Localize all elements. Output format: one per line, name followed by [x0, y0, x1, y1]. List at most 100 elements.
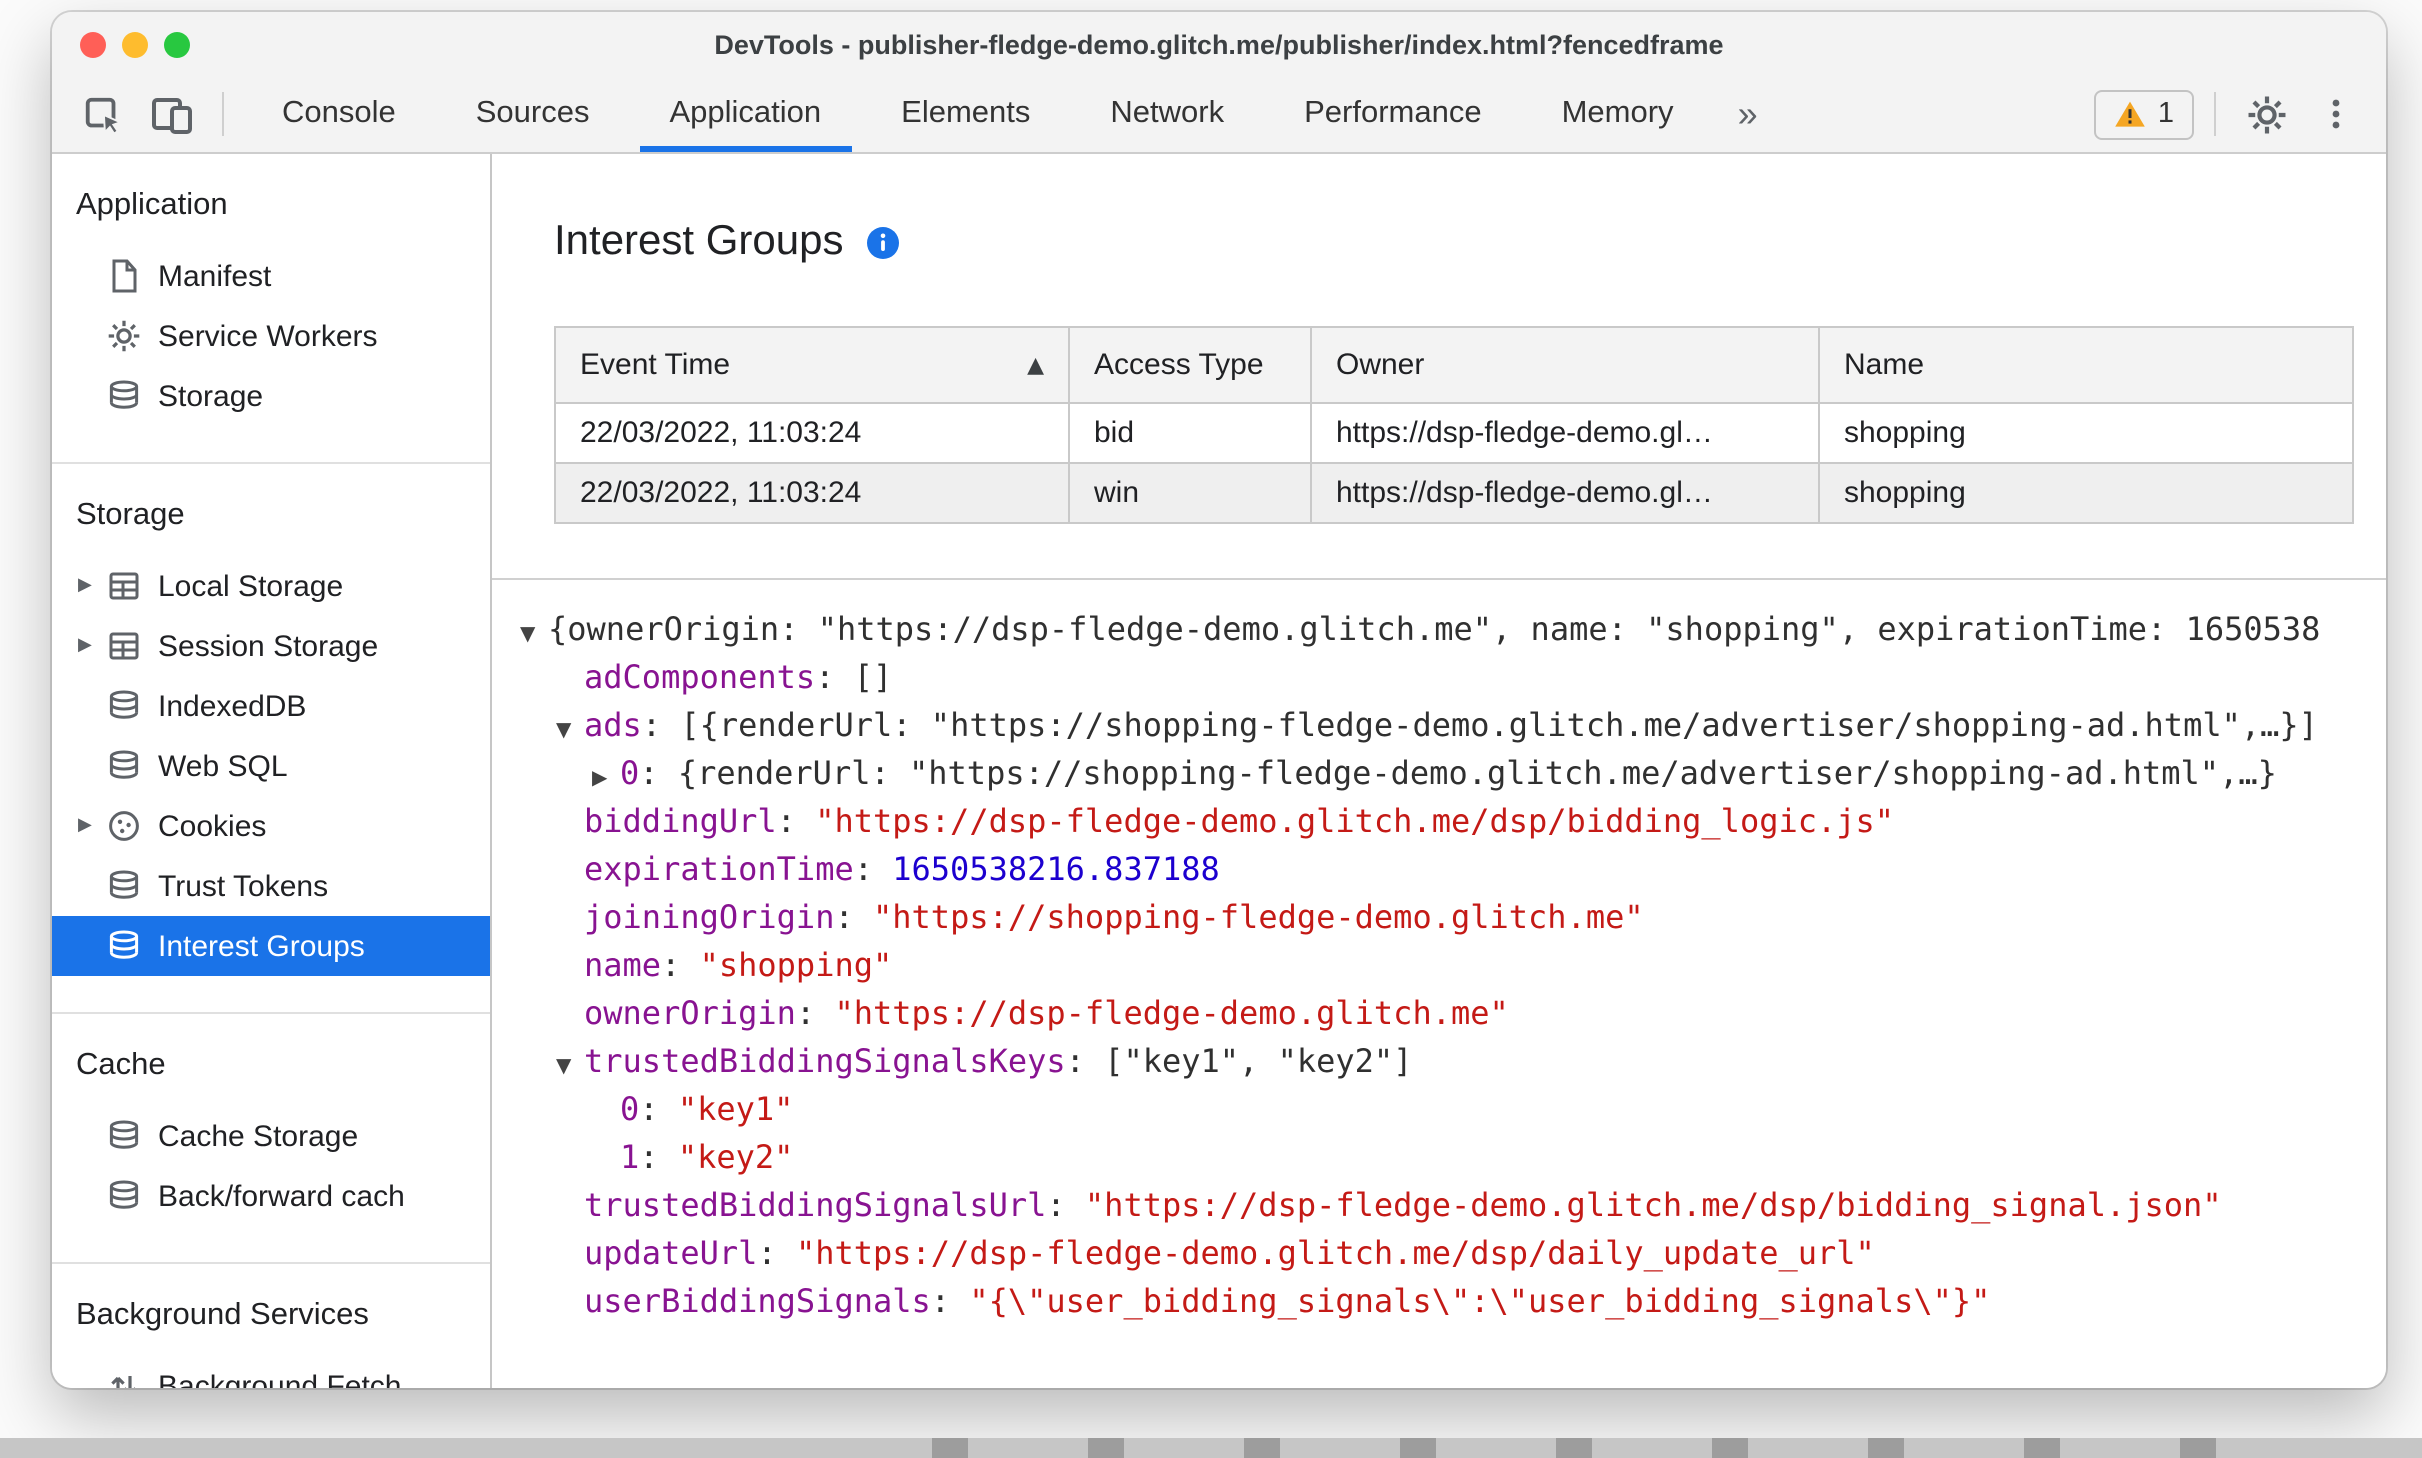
json-str: "key2"	[677, 1138, 794, 1176]
traffic-lights	[80, 12, 190, 76]
collapse-arrow-icon[interactable]: ▼	[520, 612, 548, 660]
sidebar-item-label: Back/forward cach	[158, 1179, 405, 1213]
expand-arrow-icon[interactable]: ▶	[78, 816, 106, 836]
sidebar-item-service-workers[interactable]: Service Workers	[52, 306, 490, 366]
tree-line[interactable]: ▼ trustedBiddingSignalsKeys: ["key1", "ke…	[520, 1038, 2386, 1086]
table-row[interactable]: 22/03/2022, 11:03:24 win https://dsp-fledg…	[554, 462, 2354, 524]
expand-arrow-icon[interactable]: ▶	[78, 576, 106, 596]
tab-performance[interactable]: Performance	[1264, 76, 1521, 152]
tab-memory[interactable]: Memory	[1522, 76, 1714, 152]
more-options-icon[interactable]	[2306, 84, 2366, 144]
settings-gear-icon[interactable]	[2236, 84, 2296, 144]
sidebar-item-web-sql[interactable]: Web SQL	[52, 736, 490, 796]
inspect-element-icon[interactable]	[72, 84, 132, 144]
tab-network[interactable]: Network	[1070, 76, 1264, 152]
sidebar-section-storage: Storage ▶ Local Storage ▶ Session Storage Ind…	[52, 462, 490, 1012]
tab-application[interactable]: Application	[630, 76, 862, 152]
json-key: expirationTime	[584, 850, 854, 888]
sidebar-item-label: Cache Storage	[158, 1119, 359, 1153]
table-icon	[106, 628, 142, 664]
tree-line[interactable]: joiningOrigin: "https://shopping-fledge-…	[520, 894, 2386, 942]
sidebar-section-background-services: Background Services Background Fetch	[52, 1262, 490, 1388]
json-plain: :	[853, 850, 893, 888]
cookie-icon	[106, 808, 142, 844]
tree-line[interactable]: trustedBiddingSignalsUrl: "https://dsp-f…	[520, 1182, 2386, 1230]
sidebar-item-cache-storage[interactable]: Cache Storage	[52, 1106, 490, 1166]
expand-arrow-icon[interactable]: ▶	[78, 636, 106, 656]
tree-line[interactable]: 1: "key2"	[520, 1134, 2386, 1182]
device-toolbar-icon[interactable]	[142, 84, 202, 144]
close-button[interactable]	[80, 31, 106, 57]
json-key: trustedBiddingSignalsUrl	[584, 1186, 1047, 1224]
table-row[interactable]: 22/03/2022, 11:03:24 bid https://dsp-fledg…	[554, 402, 2354, 464]
sidebar-item-interest-groups[interactable]: Interest Groups	[52, 916, 490, 976]
tab-sources[interactable]: Sources	[436, 76, 630, 152]
toolbar-separator	[2214, 92, 2216, 136]
gear-icon	[106, 318, 142, 354]
tab-console[interactable]: Console	[242, 76, 436, 152]
json-key: ownerOrigin	[584, 994, 796, 1032]
json-str: "key1"	[677, 1090, 794, 1128]
column-header-access-type[interactable]: Access Type	[1068, 326, 1312, 404]
devtools-toolbar: Console Sources Application Elements Network…	[52, 76, 2386, 154]
interest-groups-table: Event Time ▲ Access Type Owner Name 22/03/20…	[554, 326, 2354, 524]
sidebar-item-local-storage[interactable]: ▶ Local Storage	[52, 556, 490, 616]
tree-line[interactable]: adComponents: []	[520, 654, 2386, 702]
devtools-tabs: Console Sources Application Elements Network…	[242, 76, 1714, 152]
collapse-arrow-icon[interactable]: ▼	[556, 1044, 584, 1092]
devtools-window: DevTools - publisher-fledge-demo.glitch.…	[52, 12, 2386, 1388]
column-header-owner[interactable]: Owner	[1310, 326, 1820, 404]
json-str: "https://dsp-fledge-demo.glitch.me/dsp/b…	[1084, 1186, 2222, 1224]
json-plain: :	[776, 802, 816, 840]
json-str: "{\"user_bidding_signals\":\"user_biddin…	[969, 1282, 1991, 1320]
zoom-button[interactable]	[164, 31, 190, 57]
expand-arrow-icon[interactable]: ▶	[592, 756, 620, 804]
json-plain: :	[757, 1234, 796, 1272]
tree-line[interactable]: 0: "key1"	[520, 1086, 2386, 1134]
sidebar-item-trust-tokens[interactable]: Trust Tokens	[52, 856, 490, 916]
json-str: "https://dsp-fledge-demo.glitch.me/dsp/d…	[795, 1234, 1875, 1272]
tree-line[interactable]: ▼ ads: [{renderUrl: "https://shopping-fle…	[520, 702, 2386, 750]
column-header-label: Name	[1844, 348, 1925, 382]
json-str: "https://dsp-fledge-demo.glitch.me"	[834, 994, 1509, 1032]
column-header-name[interactable]: Name	[1818, 326, 2354, 404]
tab-elements[interactable]: Elements	[861, 76, 1070, 152]
info-icon[interactable]	[865, 225, 899, 259]
minimize-button[interactable]	[122, 31, 148, 57]
warning-icon	[2114, 100, 2146, 128]
sort-arrow-icon: ▲	[1027, 352, 1044, 378]
tree-line[interactable]: userBiddingSignals: "{\"user_bidding_sig…	[520, 1278, 2386, 1326]
sidebar-item-background-fetch[interactable]: Background Fetch	[52, 1356, 490, 1388]
tree-line[interactable]: ownerOrigin: "https://dsp-fledge-demo.gl…	[520, 990, 2386, 1038]
database-icon	[106, 928, 142, 964]
issues-badge[interactable]: 1	[2093, 89, 2194, 139]
column-header-content: Access Type	[1094, 348, 1286, 382]
sidebar-item-indexeddb[interactable]: IndexedDB	[52, 676, 490, 736]
sidebar-item-cookies[interactable]: ▶ Cookies	[52, 796, 490, 856]
tree-line[interactable]: expirationTime: 1650538216.837188	[520, 846, 2386, 894]
tree-line[interactable]: name: "shopping"	[520, 942, 2386, 990]
json-plain: :	[834, 898, 873, 936]
more-tabs-button[interactable]: »	[1714, 76, 1782, 152]
sidebar-item-storage[interactable]: Storage	[52, 366, 490, 426]
collapse-arrow-icon[interactable]: ▼	[556, 708, 584, 756]
json-key: biddingUrl	[584, 802, 777, 840]
tree-line[interactable]: ▶ 0: {renderUrl: "https://shopping-fledge…	[520, 750, 2386, 798]
panel-header: Interest Groups	[492, 154, 2386, 266]
sidebar-item-session-storage[interactable]: ▶ Session Storage	[52, 616, 490, 676]
tree-line[interactable]: updateUrl: "https://dsp-fledge-demo.glit…	[520, 1230, 2386, 1278]
table-icon	[106, 568, 142, 604]
sidebar-item-label: Storage	[158, 379, 264, 413]
sidebar-item-label: Interest Groups	[158, 929, 365, 963]
json-plain: : {renderUrl: "https://shopping-fledge-d…	[639, 754, 2277, 792]
sidebar-item-back-forward-cach[interactable]: Back/forward cach	[52, 1166, 490, 1226]
tree-line[interactable]: ▼ {ownerOrigin: "https://dsp-fledge-demo.…	[520, 606, 2386, 654]
sidebar-item-manifest[interactable]: Manifest	[52, 246, 490, 306]
json-key: joiningOrigin	[584, 898, 835, 936]
database-icon	[106, 748, 142, 784]
json-key: 0	[620, 754, 640, 792]
column-header-event-time[interactable]: Event Time ▲	[554, 326, 1070, 404]
titlebar[interactable]: DevTools - publisher-fledge-demo.glitch.…	[52, 12, 2386, 76]
sidebar-item-label: Web SQL	[158, 749, 288, 783]
tree-line[interactable]: biddingUrl: "https://dsp-fledge-demo.gli…	[520, 798, 2386, 846]
